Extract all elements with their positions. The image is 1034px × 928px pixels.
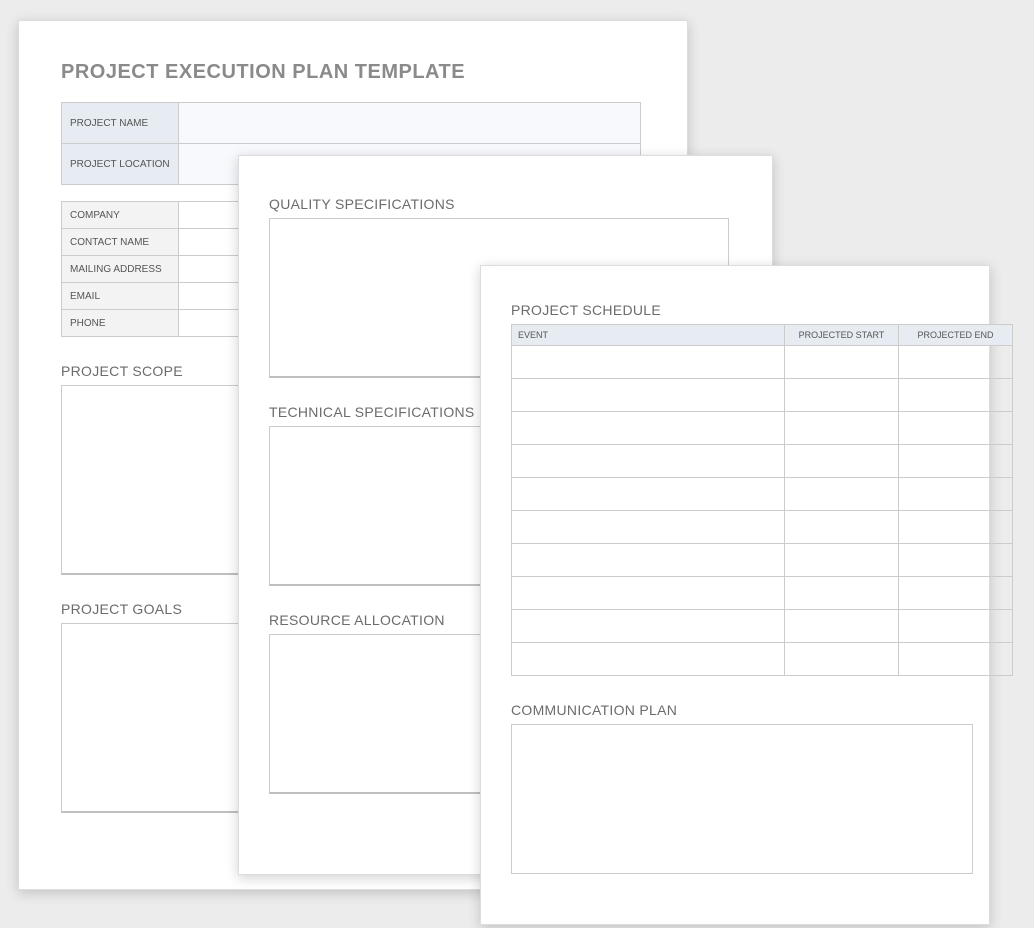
- table-cell[interactable]: [899, 445, 1013, 478]
- table-cell[interactable]: [785, 643, 899, 676]
- section-communication: COMMUNICATION PLAN: [511, 702, 959, 874]
- table-row: [512, 445, 1013, 478]
- table-cell[interactable]: [899, 412, 1013, 445]
- table-cell[interactable]: [899, 610, 1013, 643]
- section-schedule: PROJECT SCHEDULE EVENT PROJECTED START P…: [511, 302, 959, 676]
- table-cell[interactable]: [512, 346, 785, 379]
- table-cell[interactable]: [785, 412, 899, 445]
- col-start: PROJECTED START: [785, 325, 899, 346]
- schedule-table: EVENT PROJECTED START PROJECTED END: [511, 324, 1013, 676]
- label-phone: PHONE: [62, 310, 179, 337]
- table-cell[interactable]: [512, 478, 785, 511]
- label-company: COMPANY: [62, 202, 179, 229]
- communication-box[interactable]: [511, 724, 973, 874]
- table-cell[interactable]: [785, 478, 899, 511]
- table-cell[interactable]: [512, 610, 785, 643]
- table-cell[interactable]: [512, 412, 785, 445]
- col-event: EVENT: [512, 325, 785, 346]
- label-project-name: PROJECT NAME: [62, 103, 179, 144]
- table-row: [512, 610, 1013, 643]
- table-cell[interactable]: [785, 379, 899, 412]
- table-row: [512, 577, 1013, 610]
- table-cell[interactable]: [512, 445, 785, 478]
- table-cell[interactable]: [512, 379, 785, 412]
- table-row: [512, 412, 1013, 445]
- table-cell[interactable]: [785, 544, 899, 577]
- heading-schedule: PROJECT SCHEDULE: [511, 302, 959, 318]
- table-cell[interactable]: [899, 577, 1013, 610]
- table-row: [512, 544, 1013, 577]
- table-cell[interactable]: [512, 511, 785, 544]
- label-project-location: PROJECT LOCATION: [62, 144, 179, 185]
- table-row: [512, 478, 1013, 511]
- table-cell[interactable]: [785, 445, 899, 478]
- table-row: [512, 379, 1013, 412]
- doc-title: PROJECT EXECUTION PLAN TEMPLATE: [61, 61, 645, 84]
- table-cell[interactable]: [899, 379, 1013, 412]
- table-row: [512, 511, 1013, 544]
- table-cell[interactable]: [899, 544, 1013, 577]
- label-contact: CONTACT NAME: [62, 229, 179, 256]
- table-cell[interactable]: [512, 544, 785, 577]
- table-cell[interactable]: [785, 511, 899, 544]
- table-cell[interactable]: [899, 511, 1013, 544]
- value-project-name[interactable]: [179, 103, 641, 144]
- label-email: EMAIL: [62, 283, 179, 310]
- table-cell[interactable]: [512, 643, 785, 676]
- label-mailing: MAILING ADDRESS: [62, 256, 179, 283]
- table-cell[interactable]: [899, 478, 1013, 511]
- table-row: [512, 643, 1013, 676]
- col-end: PROJECTED END: [899, 325, 1013, 346]
- table-cell[interactable]: [785, 346, 899, 379]
- table-cell[interactable]: [785, 577, 899, 610]
- table-cell[interactable]: [512, 577, 785, 610]
- table-cell[interactable]: [785, 610, 899, 643]
- table-cell[interactable]: [899, 346, 1013, 379]
- heading-quality: QUALITY SPECIFICATIONS: [269, 196, 742, 212]
- table-cell[interactable]: [899, 643, 1013, 676]
- heading-communication: COMMUNICATION PLAN: [511, 702, 959, 718]
- page-3: PROJECT SCHEDULE EVENT PROJECTED START P…: [480, 265, 990, 925]
- table-row: [512, 346, 1013, 379]
